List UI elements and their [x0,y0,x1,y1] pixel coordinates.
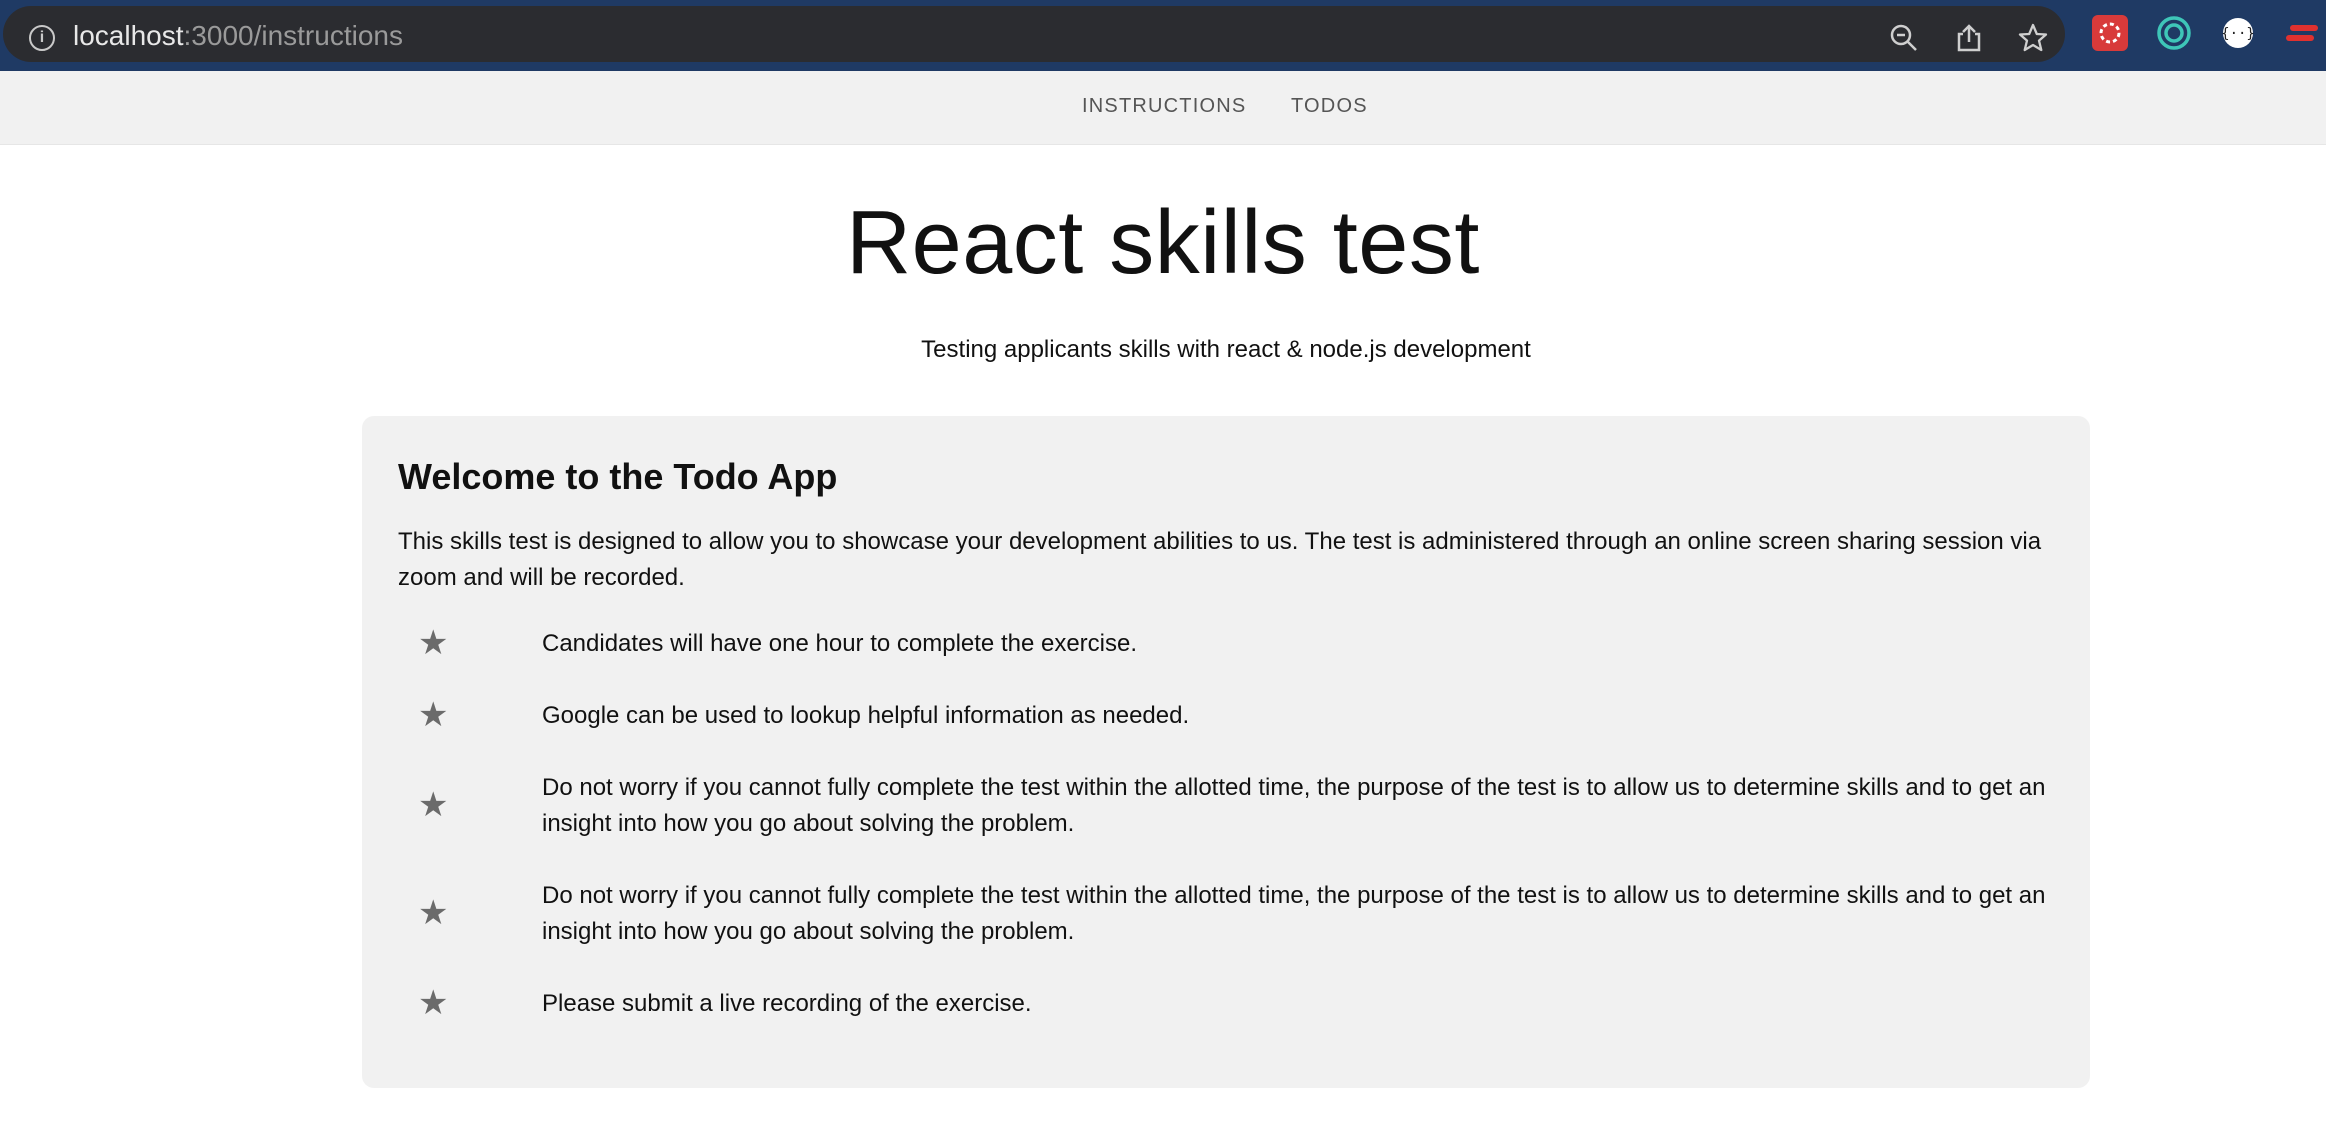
share-icon[interactable] [1953,22,1985,54]
url-text[interactable]: localhost:3000/instructions [73,20,403,52]
extension-icon[interactable] [2156,15,2192,51]
nav-todos[interactable]: TODOS [1291,95,1368,118]
nav-instructions[interactable]: INSTRUCTIONS [1082,95,1246,118]
page-title: React skills test [846,193,1480,293]
info-icon[interactable]: i [29,25,55,51]
list-item-text: Please submit a live recording of the ex… [542,990,1032,1017]
url-host: localhost [73,20,184,51]
extension-icon[interactable]: {··} [2220,15,2256,51]
list-item-text: Google can be used to lookup helpful inf… [542,702,1190,729]
list-item-text: Do not worry if you cannot fully complet… [542,774,2046,837]
page-subtitle: Testing applicants skills with react & n… [921,336,1531,363]
bookmark-star-icon[interactable] [2017,22,2049,54]
star-icon: ★ [418,984,449,1022]
card-intro: This skills test is designed to allow yo… [398,528,2042,591]
instructions-card: Welcome to the Todo App This skills test… [362,416,2090,1088]
browser-toolbar: i localhost:3000/instructions {··} [0,0,2326,71]
svg-text:{··}: {··} [2221,26,2255,42]
extension-icon[interactable] [2284,15,2320,51]
list-item-text: Do not worry if you cannot fully complet… [542,882,2046,945]
star-icon: ★ [418,624,449,662]
address-bar[interactable]: i localhost:3000/instructions [3,6,2065,62]
star-icon: ★ [418,786,449,824]
star-icon: ★ [418,894,449,932]
top-navbar: INSTRUCTIONS TODOS [0,71,2326,145]
url-path: :3000/instructions [183,20,403,51]
extension-icon[interactable] [2092,15,2128,51]
zoom-out-icon[interactable] [1888,22,1920,54]
star-icon: ★ [418,696,449,734]
list-item-text: Candidates will have one hour to complet… [542,630,1138,657]
card-title: Welcome to the Todo App [398,456,838,497]
